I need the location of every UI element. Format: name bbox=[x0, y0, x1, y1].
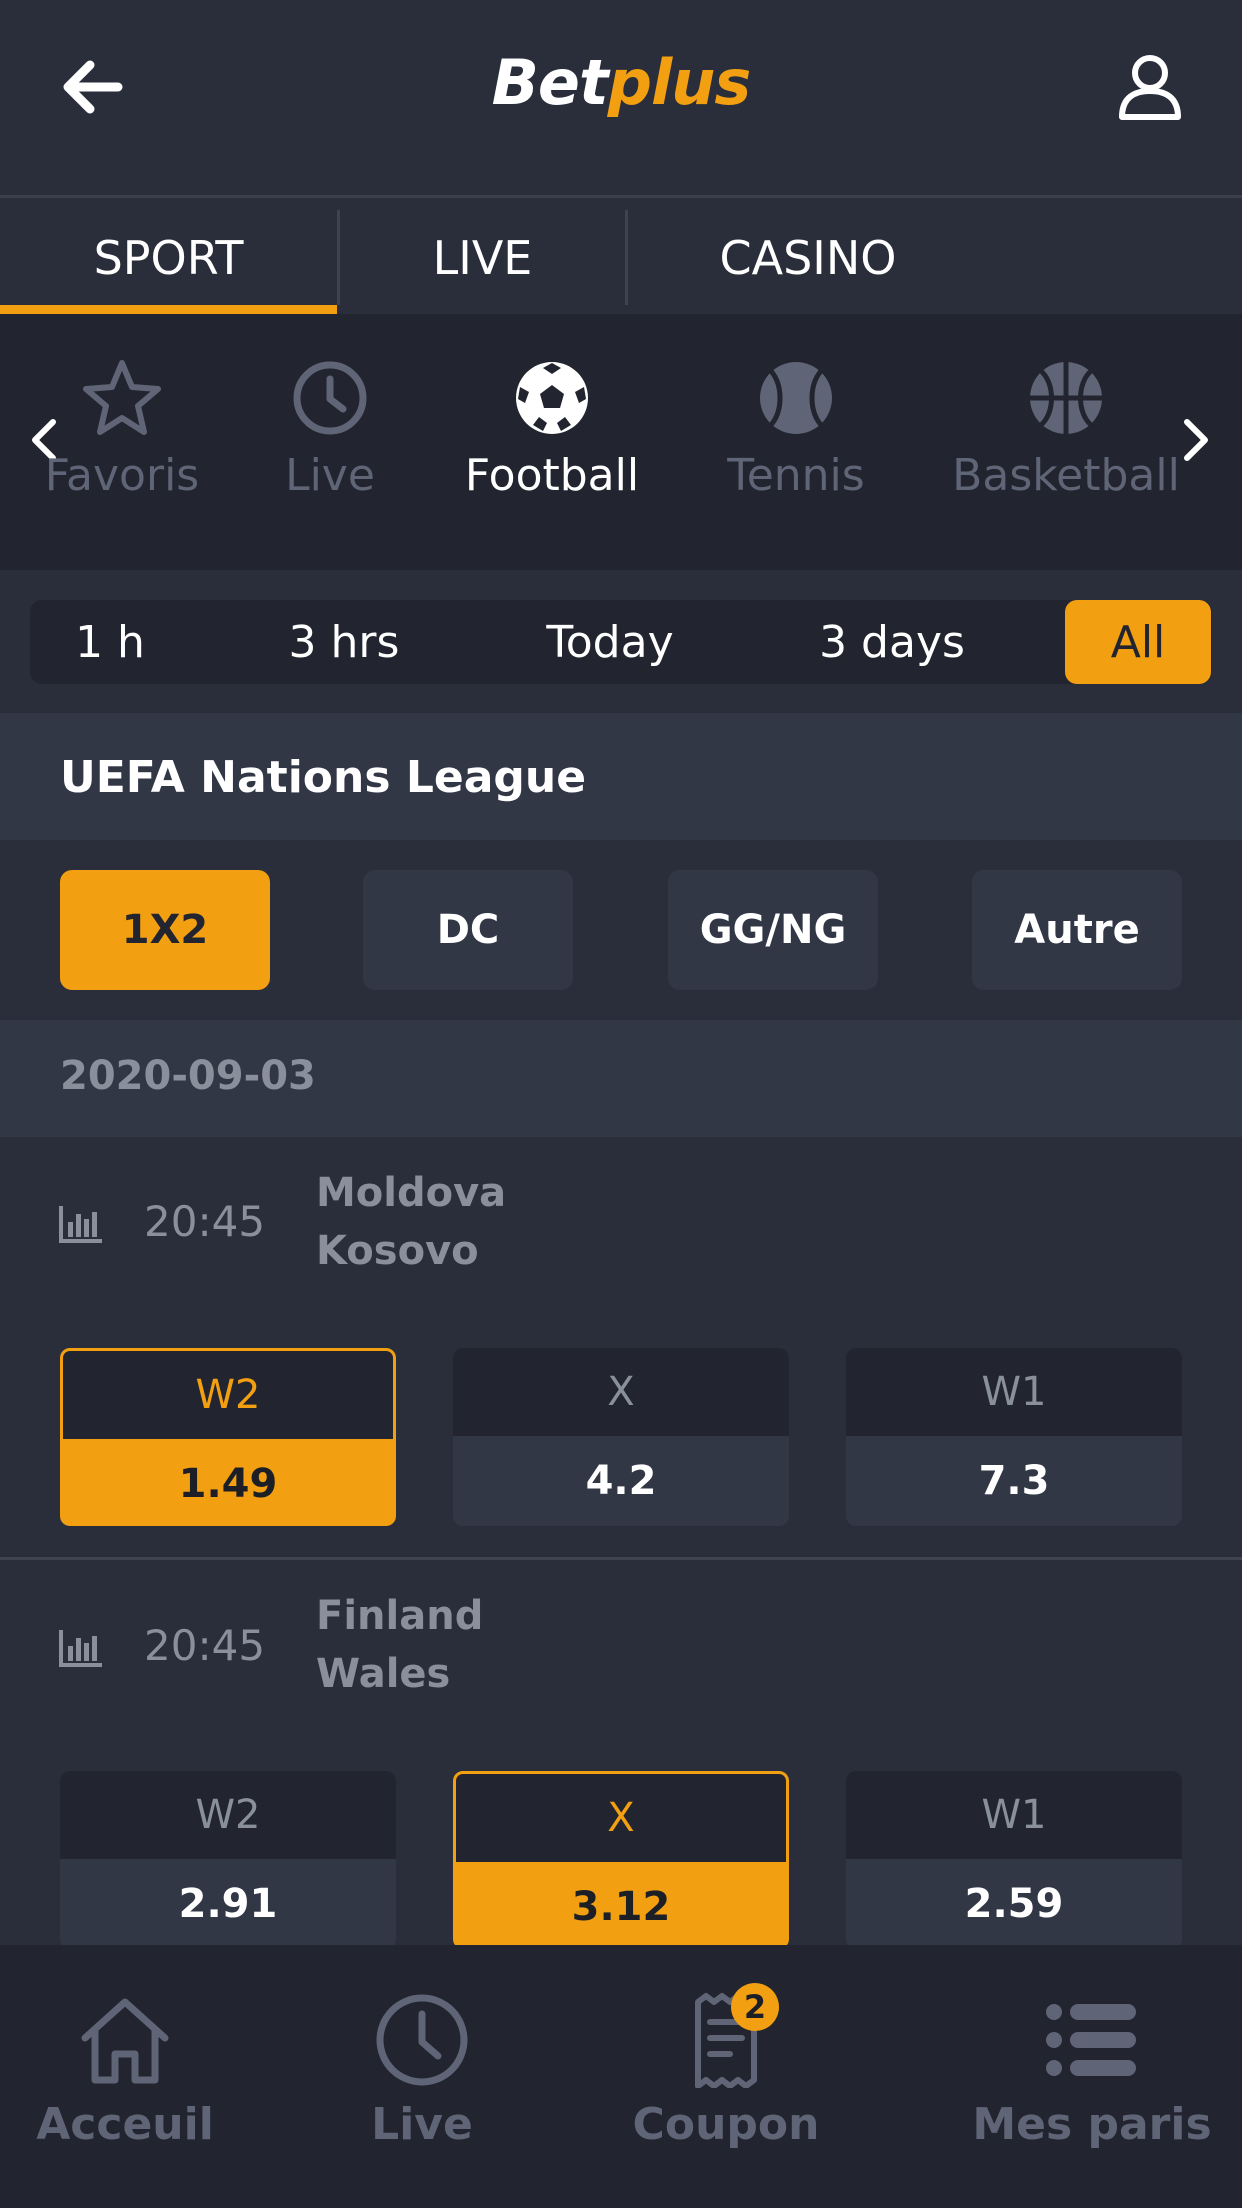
chevron-right-icon bbox=[1184, 419, 1208, 461]
sport-item-label: Basketball bbox=[952, 450, 1180, 501]
team-home: Moldova bbox=[316, 1170, 507, 1216]
basketball-icon bbox=[1030, 362, 1102, 434]
home-icon bbox=[81, 1998, 169, 2084]
time-filter-1h[interactable]: 1 h bbox=[40, 600, 180, 684]
time-filter-all[interactable]: All bbox=[1065, 600, 1211, 684]
team-home: Finland bbox=[316, 1593, 484, 1639]
nav-item-home[interactable]: Acceuil bbox=[36, 1985, 214, 2150]
nav-item-label: Mes paris bbox=[972, 2099, 1212, 2150]
odd-label: W2 bbox=[60, 1771, 396, 1859]
odd-value: 3.12 bbox=[456, 1862, 786, 1946]
market-dc-button[interactable]: DC bbox=[363, 870, 573, 990]
odd-value: 2.91 bbox=[178, 1881, 278, 1927]
nav-item-live[interactable]: Live bbox=[362, 1985, 482, 2150]
market-1x2-button[interactable]: 1X2 bbox=[60, 870, 270, 990]
tab-live[interactable]: LIVE bbox=[340, 201, 625, 314]
sport-item-label: Favoris bbox=[44, 450, 200, 501]
stats-icon[interactable] bbox=[58, 1628, 104, 1668]
odd-label: X bbox=[456, 1774, 786, 1862]
nav-item-label: Coupon bbox=[632, 2099, 820, 2150]
match-time: 20:45 bbox=[144, 1197, 266, 1246]
nav-item-my-bets[interactable]: Mes paris bbox=[972, 1985, 1212, 2150]
odd-label: W1 bbox=[846, 1771, 1182, 1859]
odd-button-x[interactable]: X 4.2 bbox=[453, 1348, 789, 1526]
odd-value: 4.2 bbox=[585, 1458, 657, 1504]
odd-button-w1[interactable]: W1 2.59 bbox=[846, 1771, 1182, 1949]
user-profile-button[interactable] bbox=[1110, 48, 1190, 128]
tab-sport[interactable]: SPORT bbox=[0, 201, 337, 314]
time-filter-3hrs[interactable]: 3 hrs bbox=[254, 600, 434, 684]
sport-item-tennis[interactable]: Tennis bbox=[722, 356, 870, 501]
time-filter-today[interactable]: Today bbox=[520, 600, 700, 684]
odd-label: W2 bbox=[63, 1351, 393, 1439]
coupon-count-badge: 2 bbox=[731, 1983, 779, 2031]
clock-icon bbox=[376, 1994, 468, 2086]
odd-value: 1.49 bbox=[63, 1439, 393, 1523]
match-date: 2020-09-03 bbox=[60, 1053, 316, 1099]
sport-item-label: Football bbox=[464, 450, 640, 501]
odd-button-x[interactable]: X 3.12 bbox=[453, 1771, 789, 1949]
sport-item-basketball[interactable]: Basketball bbox=[952, 356, 1180, 501]
list-icon bbox=[1046, 2004, 1136, 2076]
sport-item-live[interactable]: Live bbox=[280, 356, 380, 501]
app-logo: Betplus bbox=[0, 46, 1242, 119]
sport-item-label: Tennis bbox=[727, 450, 865, 501]
sport-item-favoris[interactable]: Favoris bbox=[44, 356, 200, 501]
odd-value: 2.59 bbox=[964, 1881, 1064, 1927]
market-autre-button[interactable]: Autre bbox=[972, 870, 1182, 990]
league-title: UEFA Nations League bbox=[60, 752, 587, 803]
odd-button-w1[interactable]: W1 7.3 bbox=[846, 1348, 1182, 1526]
sport-item-label: Live bbox=[285, 450, 375, 501]
odd-value: 7.3 bbox=[978, 1458, 1050, 1504]
star-icon bbox=[83, 360, 161, 435]
team-away: Wales bbox=[316, 1651, 451, 1697]
stats-icon[interactable] bbox=[58, 1204, 104, 1244]
team-away: Kosovo bbox=[316, 1228, 479, 1274]
soccer-ball-icon bbox=[516, 362, 588, 434]
app-header: Betplus bbox=[0, 0, 1242, 198]
main-tabs: SPORT LIVE CASINO bbox=[0, 201, 1242, 314]
tab-casino[interactable]: CASINO bbox=[628, 201, 988, 314]
odd-label: W1 bbox=[846, 1348, 1182, 1436]
nav-item-label: Live bbox=[371, 2099, 473, 2150]
logo-bet: Bet bbox=[491, 46, 609, 119]
time-filter-3days[interactable]: 3 days bbox=[790, 600, 994, 684]
odd-button-w2[interactable]: W2 2.91 bbox=[60, 1771, 396, 1949]
nav-item-coupon[interactable]: 2 Coupon bbox=[633, 1983, 819, 2150]
odd-button-w2[interactable]: W2 1.49 bbox=[60, 1348, 396, 1526]
logo-plus: plus bbox=[607, 46, 752, 119]
sport-item-football[interactable]: Football bbox=[464, 356, 640, 501]
user-icon bbox=[1119, 55, 1181, 120]
odd-label: X bbox=[453, 1348, 789, 1436]
clock-icon bbox=[293, 361, 367, 435]
tennis-ball-icon bbox=[760, 362, 832, 434]
match-time: 20:45 bbox=[144, 1621, 266, 1670]
nav-item-label: Acceuil bbox=[36, 2099, 214, 2150]
market-ggng-button[interactable]: GG/NG bbox=[668, 870, 878, 990]
